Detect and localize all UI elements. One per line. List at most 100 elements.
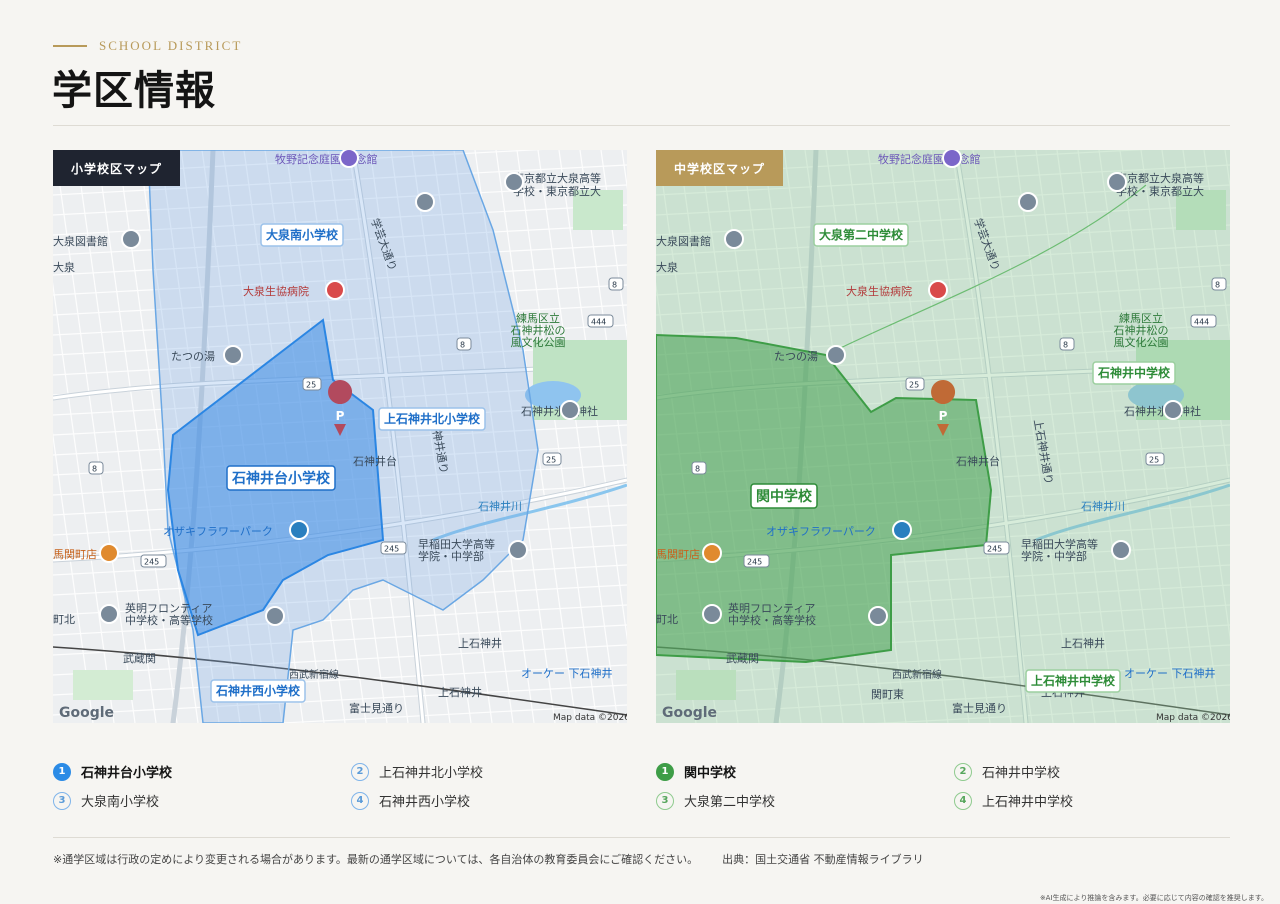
- ai-disclaimer: ※AI生成により推論を含みます。必要に応じて内容の確認を推奨します。: [1039, 894, 1268, 902]
- legend-number: 3: [656, 791, 674, 810]
- map-canvas: 牧野記念庭園 記念館東京都立大泉高等学校・東京都立大大泉図書館大泉大泉生協病院た…: [53, 150, 627, 723]
- flower-park-label: オザキフラワーパーク: [163, 525, 273, 538]
- legend-label: 上石神井北小学校: [379, 766, 484, 781]
- svg-text:25: 25: [306, 381, 316, 390]
- school-icon[interactable]: [1111, 540, 1131, 560]
- legend-label: 石神井中学校: [982, 766, 1061, 781]
- area-label: 町北: [656, 613, 678, 626]
- elementary-school-map[interactable]: 牧野記念庭園 記念館 東京都立大泉高等 学校・東京都立大 大泉図書館 大泉 大泉生協病院た…: [53, 150, 627, 723]
- legend-item: 2 石神井中学校: [954, 762, 1060, 781]
- svg-text:石神井中学校: 石神井中学校: [1097, 365, 1171, 380]
- school-label-1[interactable]: 大泉南小学校: [260, 223, 344, 247]
- school-icon[interactable]: [1018, 192, 1038, 212]
- shrine-icon[interactable]: [560, 400, 580, 420]
- waseda-label: 学院・中学部: [1021, 549, 1087, 563]
- flower-park-icon[interactable]: [289, 520, 309, 540]
- school-label-2[interactable]: 上石神井北小学校: [378, 407, 486, 431]
- museum-icon[interactable]: [942, 150, 962, 168]
- shrine-icon[interactable]: [1163, 400, 1183, 420]
- eimei-label: 英明フロンティア: [728, 601, 815, 615]
- legend-label: 大泉南小学校: [81, 795, 160, 810]
- store-label: オーケー 下石神井: [521, 666, 613, 680]
- main-school-label[interactable]: 関中学校: [750, 483, 818, 509]
- map-tag: 小学校区マップ: [53, 150, 181, 186]
- tokyo-school-label: 学校・東京都立大: [513, 184, 601, 198]
- school-label-3[interactable]: 上石神井中学校: [1025, 669, 1121, 693]
- bath-icon[interactable]: [223, 345, 243, 365]
- museum-icon[interactable]: [339, 150, 359, 168]
- legend-number: 3: [53, 791, 71, 810]
- map-tag: 中学校区マップ: [656, 150, 784, 186]
- area-label: 上石神井: [1061, 636, 1105, 650]
- park-label: 石神井松の: [511, 323, 566, 337]
- shop-icon[interactable]: [99, 543, 119, 563]
- park-label: 風文化公園: [511, 335, 566, 349]
- legend-number: 1: [53, 762, 71, 781]
- school-icon[interactable]: [702, 604, 722, 624]
- flower-park-icon[interactable]: [892, 520, 912, 540]
- district-note: ※通学区域は行政の定めにより変更される場合があります。最新の通学区域については、…: [53, 853, 699, 866]
- svg-text:444: 444: [1194, 318, 1209, 327]
- legend-item: 4 石神井西小学校: [351, 791, 470, 810]
- school-label-1[interactable]: 大泉第二中学校: [813, 223, 909, 247]
- museum-label: 牧野記念庭園 記念館: [275, 152, 378, 166]
- svg-text:石神井西小学校: 石神井西小学校: [215, 683, 301, 698]
- area-label: 大泉: [656, 260, 678, 274]
- eyebrow-text: SCHOOL DISTRICT: [99, 38, 243, 53]
- svg-text:25: 25: [546, 456, 556, 465]
- svg-text:245: 245: [144, 558, 159, 567]
- area-label: 石神井台: [353, 454, 397, 468]
- hospital-icon[interactable]: [325, 280, 345, 300]
- waseda-label: 学院・中学部: [418, 549, 484, 563]
- eimei-label: 中学校・高等学校: [728, 613, 816, 627]
- library-icon[interactable]: [121, 229, 141, 249]
- library-label: 大泉図書館: [53, 234, 108, 248]
- route-shield: 25: [542, 452, 562, 466]
- svg-text:8: 8: [92, 465, 97, 474]
- shop-label: 馬関町店: [656, 547, 700, 561]
- route-shield: 245: [983, 541, 1010, 555]
- eimei-label: 英明フロンティア: [125, 601, 212, 615]
- school-icon[interactable]: [1107, 172, 1127, 192]
- legend-number: 4: [954, 791, 972, 810]
- area-label: 関町東: [871, 688, 904, 701]
- school-icon[interactable]: [415, 192, 435, 212]
- school-label-2[interactable]: 石神井中学校: [1092, 361, 1176, 385]
- shrine-label: 石神井氷川神社: [1124, 404, 1201, 418]
- svg-text:大泉第二中学校: 大泉第二中学校: [819, 227, 904, 242]
- route-shield: 25: [302, 377, 322, 391]
- route-shield: 245: [743, 554, 770, 568]
- legend-label: 石神井台小学校: [81, 766, 173, 781]
- legend-item: 4 上石神井中学校: [954, 791, 1073, 810]
- main-school-label[interactable]: 石神井台小学校: [226, 465, 336, 491]
- hospital-icon[interactable]: [928, 280, 948, 300]
- road-label: 富士見通り: [952, 701, 1007, 715]
- legend-item: 2 上石神井北小学校: [351, 762, 483, 781]
- route-shield: 8: [88, 461, 104, 475]
- school-label-3[interactable]: 石神井西小学校: [210, 679, 306, 703]
- school-icon[interactable]: [868, 606, 888, 626]
- area-label: 上石神井: [458, 636, 502, 650]
- school-icon[interactable]: [265, 606, 285, 626]
- junior-high-school-map[interactable]: 牧野記念庭園 記念館 東京都立大泉高等 学校・東京都立大 大泉図書館 大泉 大泉生協病院た…: [656, 150, 1230, 723]
- svg-text:関中学校: 関中学校: [756, 488, 813, 505]
- library-icon[interactable]: [724, 229, 744, 249]
- school-icon[interactable]: [99, 604, 119, 624]
- shop-icon[interactable]: [702, 543, 722, 563]
- svg-text:石神井台小学校: 石神井台小学校: [231, 470, 331, 487]
- svg-text:P: P: [336, 409, 345, 423]
- svg-text:大泉南小学校: 大泉南小学校: [266, 227, 339, 242]
- school-icon[interactable]: [508, 540, 528, 560]
- route-shield: 245: [380, 541, 407, 555]
- bath-label: たつの湯: [774, 350, 818, 363]
- svg-text:8: 8: [460, 341, 465, 350]
- route-shield: 8: [691, 461, 707, 475]
- route-shield: 8: [1059, 337, 1075, 351]
- bath-icon[interactable]: [826, 345, 846, 365]
- hospital-label: 大泉生協病院: [846, 284, 912, 298]
- tokyo-school-label: 東京都立大泉高等: [1116, 171, 1204, 185]
- school-icon[interactable]: [504, 172, 524, 192]
- svg-text:8: 8: [1215, 281, 1220, 290]
- legend-item: 1 石神井台小学校: [53, 762, 172, 781]
- svg-text:P: P: [939, 409, 948, 423]
